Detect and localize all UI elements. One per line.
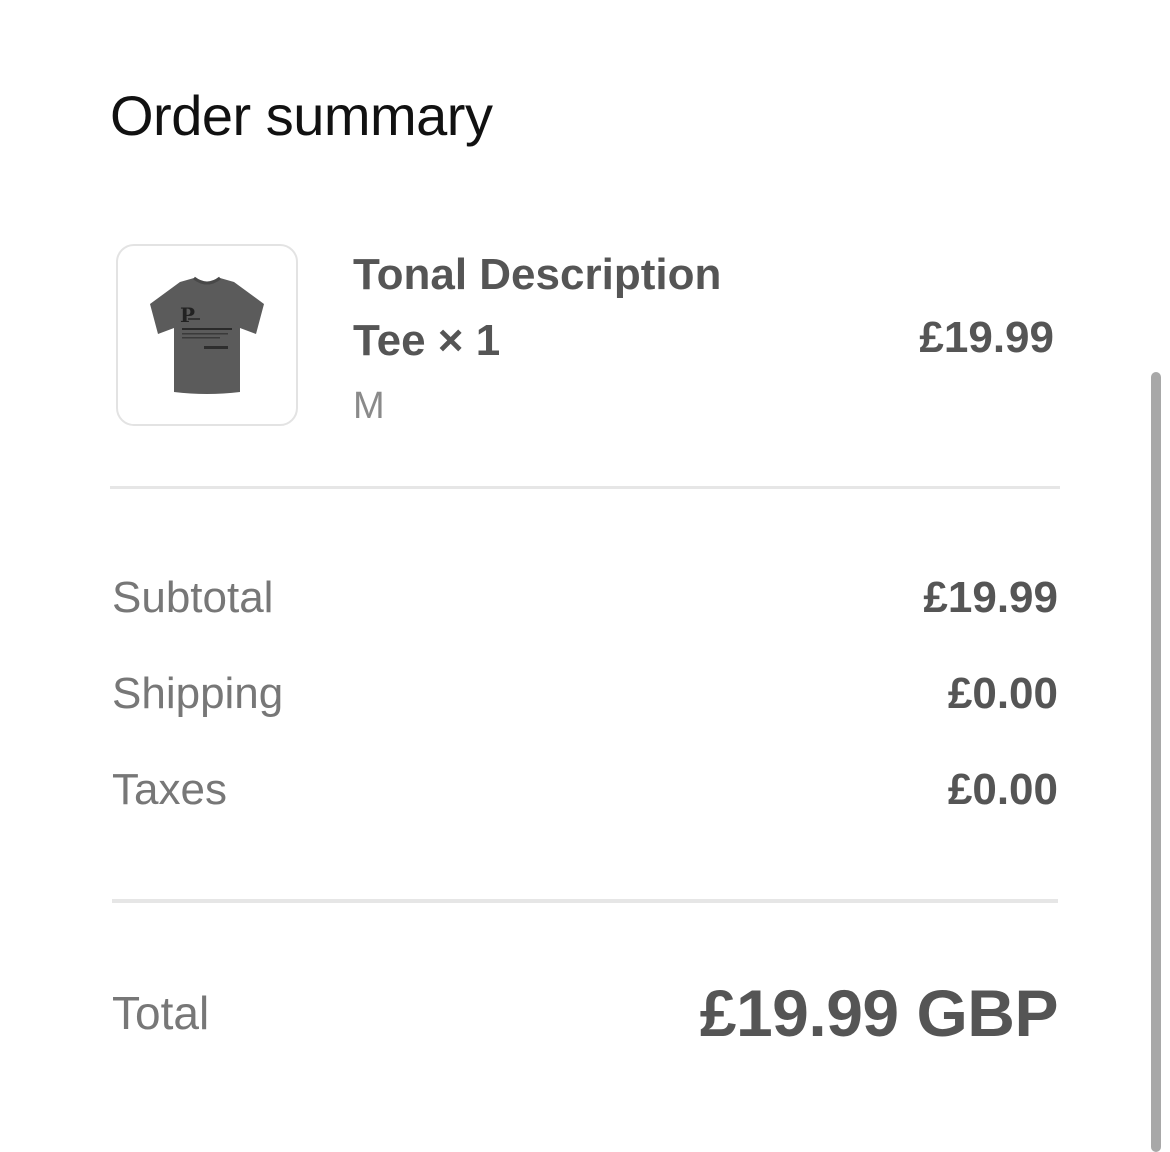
total-value: £19.99 GBP <box>699 976 1059 1050</box>
subtotal-label: Subtotal <box>112 573 274 622</box>
product-variant: M <box>353 385 385 427</box>
divider <box>110 486 1060 489</box>
tshirt-icon: P <box>150 276 264 394</box>
page-title: Order summary <box>110 84 493 147</box>
shipping-value: £0.00 <box>947 669 1058 718</box>
order-summary-page: Order summary P Tonal Description Tee × … <box>0 0 1170 1152</box>
taxes-row: Taxes £0.00 <box>112 760 1058 820</box>
subtotal-value: £19.99 <box>923 573 1058 622</box>
divider <box>112 899 1058 903</box>
product-name: Tonal Description Tee × 1 <box>353 250 722 365</box>
product-price: £19.99 <box>919 313 1054 362</box>
svg-text:P: P <box>180 303 195 327</box>
scrollbar[interactable] <box>1151 372 1161 1152</box>
subtotal-row: Subtotal £19.99 <box>112 568 1058 628</box>
total-row: Total £19.99 GBP <box>112 968 1059 1058</box>
shipping-row: Shipping £0.00 <box>112 664 1058 724</box>
total-label: Total <box>112 987 210 1039</box>
shipping-label: Shipping <box>112 669 284 718</box>
taxes-value: £0.00 <box>947 765 1058 814</box>
product-thumbnail: P <box>116 244 298 426</box>
taxes-label: Taxes <box>112 765 227 814</box>
